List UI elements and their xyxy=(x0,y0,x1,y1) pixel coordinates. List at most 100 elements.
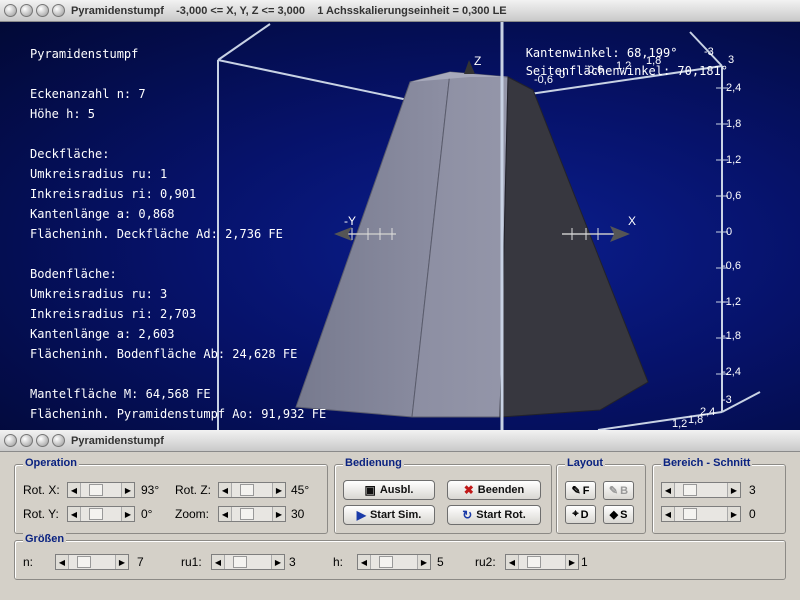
slider-left-arrow-icon[interactable]: ◀ xyxy=(506,555,519,569)
3d-viewport[interactable]: Z -Y X 2,4 1,8 1,2 0,6 0 -0,6 -1,2 -1,8 … xyxy=(0,22,800,430)
slider-thumb[interactable] xyxy=(379,556,393,568)
panel-menu-button[interactable] xyxy=(52,434,65,447)
tick-label: 2,4 xyxy=(726,82,742,94)
slider-left-arrow-icon[interactable]: ◀ xyxy=(219,507,232,521)
tick-label: 0,6 xyxy=(726,190,742,202)
tick-label: 3 xyxy=(728,54,735,66)
slider-right-arrow-icon[interactable]: ▶ xyxy=(727,507,740,521)
info-text-block: Pyramidenstumpf Eckenanzahl n: 7 Höhe h:… xyxy=(30,44,326,424)
rotx-value: 93° xyxy=(141,483,160,497)
rotz-label: Rot. Z: xyxy=(175,483,212,497)
window-close-button[interactable] xyxy=(4,4,17,17)
paint-bucket-icon: ◆ xyxy=(609,509,619,521)
slider-left-arrow-icon[interactable]: ◀ xyxy=(219,483,232,497)
ru2-value: 1 xyxy=(581,555,588,569)
info-mantel: Mantelfläche M: 64,568 FE xyxy=(30,387,211,401)
info-ecken: Eckenanzahl n: 7 xyxy=(30,87,146,101)
tick-label: 1,2 xyxy=(672,418,688,430)
start-rot-button[interactable]: ↻ Start Rot. xyxy=(447,505,541,525)
y-axis-label: -Y xyxy=(344,214,356,228)
tick-label: -1,8 xyxy=(722,330,741,342)
slider-right-arrow-icon[interactable]: ▶ xyxy=(272,483,285,497)
groessen-group: Größen n: ◀ ▶ 7 ru1: ◀ ▶ 3 h: ◀ ▶ 5 ru2: ◀ ▶… xyxy=(14,533,786,580)
ru2-label: ru2: xyxy=(475,555,496,569)
slider-left-arrow-icon[interactable]: ◀ xyxy=(68,483,81,497)
slider-right-arrow-icon[interactable]: ▶ xyxy=(272,507,285,521)
panel-minimize-button[interactable] xyxy=(20,434,33,447)
bereich-value: 3 xyxy=(749,483,756,497)
slider-right-arrow-icon[interactable]: ▶ xyxy=(121,507,134,521)
window-minimize-button[interactable] xyxy=(20,4,33,17)
slider-right-arrow-icon[interactable]: ▶ xyxy=(565,555,578,569)
info-deck-ri: Inkreisradius ri: 0,901 xyxy=(30,187,197,201)
slider-right-arrow-icon[interactable]: ▶ xyxy=(727,483,740,497)
slider-right-arrow-icon[interactable]: ▶ xyxy=(121,483,134,497)
slider-left-arrow-icon[interactable]: ◀ xyxy=(56,555,69,569)
layout-b-button[interactable]: ✎ B xyxy=(603,481,634,500)
slider-thumb[interactable] xyxy=(240,508,254,520)
h-value: 5 xyxy=(437,555,444,569)
layout-s-button[interactable]: ◆ S xyxy=(603,505,634,524)
slider-thumb[interactable] xyxy=(89,508,103,520)
slider-left-arrow-icon[interactable]: ◀ xyxy=(662,507,675,521)
slider-thumb[interactable] xyxy=(527,556,541,568)
slider-left-arrow-icon[interactable]: ◀ xyxy=(68,507,81,521)
window-maximize-button[interactable] xyxy=(36,4,49,17)
slider-right-arrow-icon[interactable]: ▶ xyxy=(271,555,284,569)
slider-thumb[interactable] xyxy=(683,508,697,520)
layout-d-button[interactable]: ⌖ D xyxy=(565,505,596,524)
ausblenden-button[interactable]: ▣ Ausbl. xyxy=(343,480,435,500)
info-boden-a: Kantenlänge a: 2,603 xyxy=(30,327,175,341)
slider-thumb[interactable] xyxy=(233,556,247,568)
info-deck-area: Flächeninh. Deckfläche Ad: 2,736 FE xyxy=(30,227,283,241)
control-panel: Operation Rot. X: ◀ ▶ 93° Rot. Y: ◀ ▶ 0° R… xyxy=(0,452,800,600)
layout-f-button[interactable]: ✎ F xyxy=(565,481,596,500)
panel-close-button[interactable] xyxy=(4,434,17,447)
x-axis xyxy=(562,226,630,242)
rotz-value: 45° xyxy=(291,483,310,497)
zoom-slider[interactable]: ◀ ▶ xyxy=(218,506,286,522)
tick-label: 0 xyxy=(726,226,733,238)
rotx-slider[interactable]: ◀ ▶ xyxy=(67,482,135,498)
start-sim-button-label: Start Sim. xyxy=(369,509,422,521)
info-boden-area: Flächeninh. Bodenfläche Ab: 24,628 FE xyxy=(30,347,298,361)
panel-maximize-button[interactable] xyxy=(36,434,49,447)
layout-group: Layout ✎ F ✎ B ⌖ D ◆ S xyxy=(556,457,646,534)
slider-right-arrow-icon[interactable]: ▶ xyxy=(115,555,128,569)
start-sim-button[interactable]: ▶ Start Sim. xyxy=(343,505,435,525)
bereich-slider[interactable]: ◀ ▶ xyxy=(661,482,741,498)
ru1-slider[interactable]: ◀ ▶ xyxy=(211,554,285,570)
bedienung-label: Bedienung xyxy=(343,457,404,469)
ru2-slider[interactable]: ◀ ▶ xyxy=(505,554,579,570)
beenden-button[interactable]: ✖ Beenden xyxy=(447,480,541,500)
frustum-face-right xyxy=(499,76,649,418)
slider-thumb[interactable] xyxy=(683,484,697,496)
schnitt-slider[interactable]: ◀ ▶ xyxy=(661,506,741,522)
info-boden-ru: Umkreisradius ru: 3 xyxy=(30,287,168,301)
rotz-slider[interactable]: ◀ ▶ xyxy=(218,482,286,498)
slider-left-arrow-icon[interactable]: ◀ xyxy=(212,555,225,569)
slider-left-arrow-icon[interactable]: ◀ xyxy=(662,483,675,497)
info-boden-ri: Inkreisradius ri: 2,703 xyxy=(30,307,197,321)
slider-thumb[interactable] xyxy=(240,484,254,496)
tick-label: 1,2 xyxy=(726,154,742,166)
bereich-schnitt-label: Bereich - Schnitt xyxy=(661,457,753,469)
bereich-schnitt-group: Bereich - Schnitt ◀ ▶ 3 ◀ ▶ 0 xyxy=(652,457,786,534)
slider-thumb[interactable] xyxy=(89,484,103,496)
slider-right-arrow-icon[interactable]: ▶ xyxy=(417,555,430,569)
n-slider[interactable]: ◀ ▶ xyxy=(55,554,129,570)
info-boden-heading: Bodenfläche: xyxy=(30,267,117,281)
roty-slider[interactable]: ◀ ▶ xyxy=(67,506,135,522)
layout-f-label: F xyxy=(582,484,590,497)
window-menu-button[interactable] xyxy=(52,4,65,17)
ru1-label: ru1: xyxy=(181,555,202,569)
layout-d-label: D xyxy=(580,508,589,521)
slider-left-arrow-icon[interactable]: ◀ xyxy=(358,555,371,569)
info-gesamt: Flächeninh. Pyramidenstumpf Ao: 91,932 F… xyxy=(30,407,327,421)
seitenflaechenwinkel-text: Seitenflächenwinkel: 70,181° xyxy=(525,64,728,78)
slider-thumb[interactable] xyxy=(77,556,91,568)
tick-label: -3 xyxy=(722,394,732,406)
main-title-bar[interactable]: Pyramidenstumpf -3,000 <= X, Y, Z <= 3,0… xyxy=(0,0,800,22)
h-slider[interactable]: ◀ ▶ xyxy=(357,554,431,570)
control-title-bar[interactable]: Pyramidenstumpf xyxy=(0,430,800,452)
